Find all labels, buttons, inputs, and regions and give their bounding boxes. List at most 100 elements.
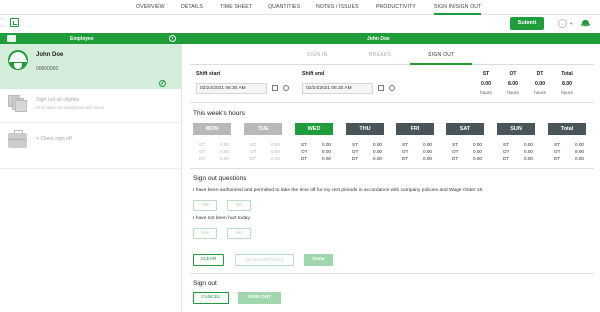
divider [190, 273, 594, 274]
no-exceptions-button[interactable]: NO EXCEPTIONS [235, 254, 294, 266]
active-tab-indicator [410, 63, 472, 65]
client-sign-off-link[interactable]: + Client sign off [36, 136, 72, 142]
sign-out-button[interactable]: SIGN OUT [238, 292, 281, 304]
day-row-key: DT [199, 156, 206, 161]
hard-hat-icon[interactable] [581, 19, 590, 27]
employee-card[interactable] [0, 44, 181, 89]
export-icon[interactable] [10, 18, 19, 27]
clock-icon[interactable] [169, 35, 176, 42]
shift-end-label: Shift end [302, 71, 325, 77]
st-unit: hours [480, 90, 492, 95]
day-row-key: OT [250, 149, 257, 154]
chevron-down-icon[interactable]: ▾ [570, 21, 572, 27]
nav-tab-details[interactable]: DETAILS [181, 4, 203, 10]
q1-yes-button[interactable]: Yes [193, 200, 217, 211]
sign-out-title: Sign out [193, 280, 217, 287]
divider [190, 102, 594, 103]
nav-tab-time-sheet[interactable]: TIME SHEET [220, 4, 252, 10]
calendar-icon[interactable] [272, 85, 278, 91]
cancel-button[interactable]: CANCEL [193, 292, 229, 304]
q2-no-button[interactable]: No [227, 228, 251, 239]
day-ot-value: 0.00 [220, 149, 229, 154]
day-st-value: 0.00 [473, 142, 482, 147]
submit-button[interactable]: Submit [510, 17, 544, 30]
q1-no-button[interactable]: No [227, 200, 251, 211]
day-header-wed[interactable]: WED [295, 123, 333, 135]
total-value: 8.00 [561, 81, 573, 87]
q2-yes-button[interactable]: Yes [193, 228, 217, 239]
tab-breaks[interactable]: BREAKS [369, 52, 391, 58]
day-header-sat[interactable]: SAT [446, 123, 484, 135]
dt-header: DT [536, 71, 544, 77]
tab-sign-out[interactable]: SIGN OUT [428, 52, 455, 58]
nav-tab-quantities[interactable]: QUANTITIES [268, 4, 300, 10]
day-header-tue[interactable]: TUE [244, 123, 282, 135]
shift-start-label: Shift start [196, 71, 221, 77]
day-dt-value: 0.00 [423, 156, 432, 161]
signature-check-icon[interactable] [159, 80, 166, 87]
nav-tab-sign-in-sign-out[interactable]: SIGN IN/SIGN OUT [434, 4, 482, 15]
dt-value: 0.00 [534, 81, 546, 87]
day-header-thu[interactable]: THU [346, 123, 384, 135]
employee-id: 00000000 [36, 66, 59, 72]
question-not-hurt: I have not been hurt today. [193, 216, 251, 221]
day-row-key: ST [301, 142, 307, 147]
done-button[interactable]: Done [304, 254, 333, 266]
day-header-sun[interactable]: SUN [497, 123, 535, 135]
day-st-value: 0.00 [271, 142, 280, 147]
day-ot-value: 8.00 [322, 149, 331, 154]
employee-name: John Doe [36, 52, 64, 58]
day-row-key: OT [452, 149, 459, 154]
briefcase-icon[interactable] [8, 130, 27, 148]
day-st-value: 0.00 [423, 142, 432, 147]
id-card-icon [7, 35, 16, 42]
clear-button[interactable]: CLEAR [193, 254, 224, 266]
day-header-fri[interactable]: FRI [396, 123, 434, 135]
day-st-value: 0.00 [575, 142, 584, 147]
questions-title: Sign out questions [193, 175, 247, 182]
day-st-value: 0.00 [220, 142, 229, 147]
shift-end-input[interactable]: 02/24/2021 06:30 AM [302, 83, 373, 94]
day-row-key: DT [452, 156, 459, 161]
day-row-key: DT [554, 156, 561, 161]
selected-employee-name: John Doe [367, 36, 390, 42]
st-value: 0.00 [480, 81, 492, 87]
clock-icon[interactable] [389, 85, 395, 91]
dt-unit: hours [534, 90, 546, 95]
nav-tab-notes-issues[interactable]: NOTES / ISSUES [316, 4, 359, 10]
user-avatar[interactable]: ↓ [558, 19, 567, 28]
day-ot-value: 0.00 [524, 149, 533, 154]
day-row-key: ST [402, 142, 408, 147]
shift-start-input[interactable]: 02/24/2021 06:30 AM [196, 83, 267, 94]
day-row-key: DT [402, 156, 409, 161]
day-dt-value: 0.00 [524, 156, 533, 161]
clock-icon[interactable] [283, 85, 289, 91]
tab-underline [190, 64, 594, 65]
day-ot-value: 0.00 [271, 149, 280, 154]
day-row-key: OT [301, 149, 308, 154]
day-row-key: OT [199, 149, 206, 154]
day-header-mon[interactable]: MON [193, 123, 231, 135]
day-dt-value: 0.00 [322, 156, 331, 161]
day-ot-value: 0.00 [423, 149, 432, 154]
group-sign-out-icon[interactable] [8, 95, 27, 112]
day-row-key: OT [503, 149, 510, 154]
day-row-key: OT [554, 149, 561, 154]
day-st-value: 0.00 [322, 142, 331, 147]
nav-tab-productivity[interactable]: PRODUCTIVITY [376, 4, 416, 10]
tab-sign-in[interactable]: SIGN IN [307, 52, 328, 58]
sign-out-all-link[interactable]: Sign out all eligible [36, 97, 79, 103]
ot-header: OT [509, 71, 517, 77]
calendar-icon[interactable] [378, 85, 384, 91]
day-row-key: ST [554, 142, 560, 147]
st-header: ST [482, 71, 490, 77]
day-dt-value: 0.00 [220, 156, 229, 161]
day-dt-value: 0.00 [575, 156, 584, 161]
top-nav: OVERVIEW DETAILS TIME SHEET QUANTITIES N… [0, 0, 600, 15]
day-ot-value: 8.00 [575, 149, 584, 154]
day-st-value: 0.00 [373, 142, 382, 147]
divider [0, 122, 181, 123]
day-header-total[interactable]: Total [548, 123, 586, 135]
sign-out-all-hint: Only signs out employees with hours [36, 105, 105, 110]
nav-tab-overview[interactable]: OVERVIEW [136, 4, 165, 10]
